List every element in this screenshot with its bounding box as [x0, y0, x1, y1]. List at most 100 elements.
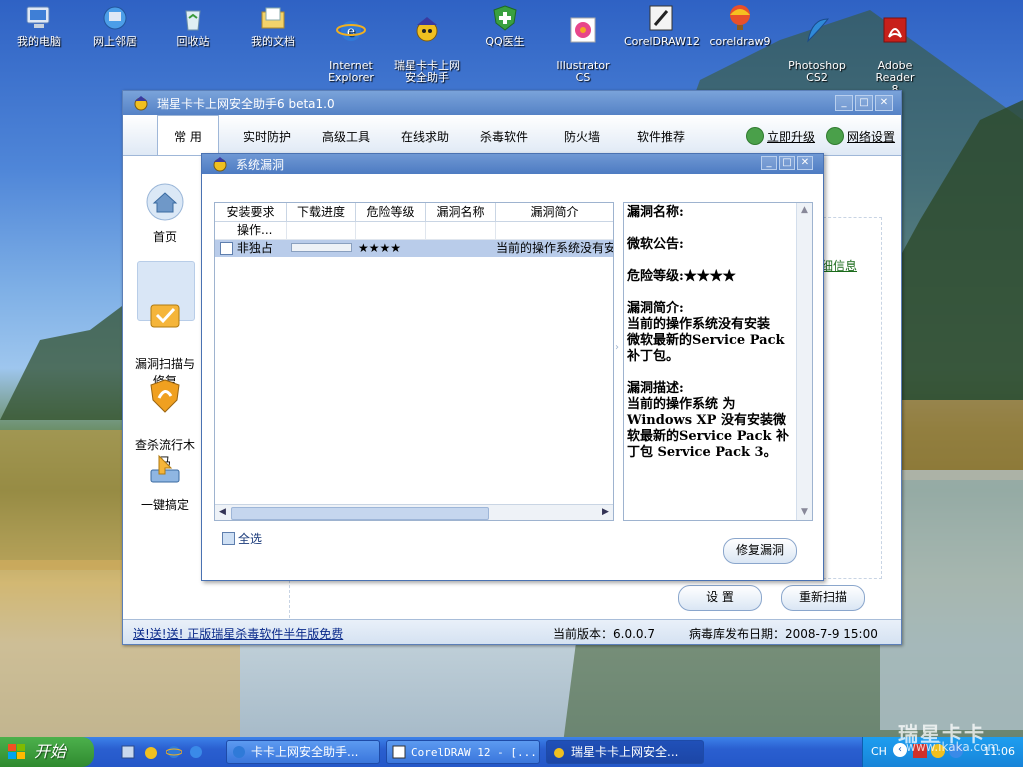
desktop-icon-illustrator[interactable]: Illustrator CS: [546, 2, 620, 84]
vulnerability-dialog: 系统漏洞 _ □ ✕ 安装要求 下载进度 危险等级 漏洞名称 漏洞简介 操作..…: [201, 153, 824, 581]
svg-text:e: e: [347, 24, 355, 40]
task-kaka-helper[interactable]: 卡卡上网安全助手...: [226, 740, 380, 764]
desktop-icon-qq-doctor[interactable]: QQ医生: [468, 2, 542, 48]
start-button[interactable]: 开始: [0, 737, 94, 767]
sidebar-item-one-click[interactable]: 一键搞定: [135, 448, 195, 513]
language-indicator[interactable]: CH: [871, 745, 887, 758]
taskbar: 开始 卡卡上网安全助手... CorelDRAW 12 - [... 瑞星卡卡上…: [0, 737, 1023, 767]
dialog-maximize-button[interactable]: □: [779, 156, 795, 170]
detail-level: 危险等级:★★★★: [627, 269, 736, 284]
desktop-icon-label: Photoshop CS2: [788, 59, 846, 84]
recycle-bin-icon: [177, 2, 209, 34]
computer-icon: [23, 2, 55, 34]
desktop-icon-label: CorelDRAW12: [624, 35, 700, 48]
scroll-down-icon[interactable]: ▼: [798, 506, 811, 519]
detail-description: 漏洞描述: 当前的操作系统 为 Windows XP 没有安装微 软最新的Ser…: [627, 381, 790, 460]
tab-common[interactable]: 常 用: [157, 115, 219, 155]
panel-splitter-icon[interactable]: ›: [613, 332, 621, 364]
tab-realtime-protection[interactable]: 实时防护: [243, 128, 291, 145]
desktop-icon-coreldraw12[interactable]: CorelDRAW12: [624, 2, 700, 48]
coreldraw-icon: [392, 745, 406, 759]
column-header[interactable]: 安装要求: [215, 203, 287, 221]
desktop-icon-label: 我的文档: [251, 35, 295, 48]
desktop-icon-coreldraw9[interactable]: coreldraw9: [703, 2, 777, 48]
horizontal-scrollbar[interactable]: ◀ ▶: [215, 504, 613, 520]
vulnerability-scan-icon: [143, 293, 187, 337]
ie-quicklaunch-icon[interactable]: [166, 744, 182, 760]
main-window-titlebar[interactable]: 瑞星卡卡上网安全助手6 beta1.0 _ □ ✕: [123, 91, 901, 115]
network-settings-link[interactable]: 网络设置: [826, 127, 895, 145]
select-all-checkbox[interactable]: [222, 532, 235, 545]
dialog-minimize-button[interactable]: _: [761, 156, 777, 170]
scroll-left-icon[interactable]: ◀: [216, 506, 229, 519]
minimize-button[interactable]: _: [835, 95, 853, 111]
repair-vulnerability-button[interactable]: 修复漏洞: [723, 538, 797, 564]
task-label: 瑞星卡卡上网安全...: [571, 745, 679, 759]
tab-antivirus[interactable]: 杀毒软件: [480, 128, 528, 145]
sidebar-item-home[interactable]: 首页: [135, 180, 195, 245]
scroll-up-icon[interactable]: ▲: [798, 204, 811, 217]
windows-logo-icon: [8, 744, 25, 759]
show-desktop-icon[interactable]: [120, 744, 136, 760]
scroll-thumb[interactable]: [231, 507, 489, 520]
task-coreldraw[interactable]: CorelDRAW 12 - [...: [386, 740, 540, 764]
kaka-quicklaunch-icon[interactable]: [143, 744, 159, 760]
desktop-icon-adobe-reader[interactable]: Adobe Reader 8: [858, 2, 932, 96]
column-header[interactable]: 漏洞简介: [496, 203, 613, 221]
desktop-icon-network[interactable]: 网上邻居: [78, 2, 152, 48]
vertical-scrollbar[interactable]: ▲ ▼: [796, 203, 812, 520]
task-label: CorelDRAW 12 - [...: [411, 746, 537, 759]
maximize-button[interactable]: □: [855, 95, 873, 111]
table-row[interactable]: 非独占 ★★★★ 当前的操作系统没有安: [215, 240, 613, 257]
rescan-button[interactable]: 重新扫描: [781, 585, 865, 611]
desktop-icon-my-computer[interactable]: 我的电脑: [2, 2, 76, 48]
detail-name-label: 漏洞名称:: [627, 205, 684, 220]
close-button[interactable]: ✕: [875, 95, 893, 111]
desktop-icon-ie[interactable]: e Internet Explorer: [314, 2, 388, 84]
start-label: 开始: [34, 742, 67, 761]
dialog-titlebar[interactable]: 系统漏洞 _ □ ✕: [202, 154, 823, 174]
desktop-icon-documents[interactable]: 我的文档: [236, 2, 310, 48]
sidebar-item-label: 一键搞定: [140, 498, 189, 512]
tab-advanced-tools[interactable]: 高级工具: [322, 128, 370, 145]
vulnerability-list: 安装要求 下载进度 危险等级 漏洞名称 漏洞简介 操作... 非独占 ★★★★: [214, 202, 614, 521]
network-icon: [99, 2, 131, 34]
task-kaka-main[interactable]: 瑞星卡卡上网安全...: [546, 740, 704, 764]
upgrade-link[interactable]: 立即升级: [746, 127, 815, 145]
desktop-icon-label: 回收站: [176, 35, 210, 48]
promo-link[interactable]: 送!送!送! 正版瑞星杀毒软件半年版免费: [133, 625, 343, 642]
tab-software-recommend[interactable]: 软件推荐: [637, 128, 685, 145]
coreldraw12-icon: [645, 2, 677, 34]
column-header[interactable]: 危险等级: [356, 203, 426, 221]
detail-info-link[interactable]: 细信息: [821, 257, 857, 274]
desktop-icon-label: 我的电脑: [17, 35, 61, 48]
sidebar-item-vulnerability-scan[interactable]: 漏洞扫描与 修复: [135, 261, 195, 389]
tab-online-help[interactable]: 在线求助: [401, 128, 449, 145]
ie-icon: [233, 746, 245, 758]
task-label: 卡卡上网安全助手...: [251, 745, 359, 759]
kaka-icon: [554, 748, 564, 758]
qq-doctor-icon: [489, 2, 521, 34]
desktop-icon-label: Illustrator CS: [556, 59, 610, 84]
scroll-right-icon[interactable]: ▶: [599, 506, 612, 519]
column-header[interactable]: 漏洞名称: [426, 203, 496, 221]
ie-quicklaunch-2-icon[interactable]: [188, 744, 204, 760]
row-name: [426, 240, 496, 257]
desktop-icon-label: QQ医生: [485, 35, 525, 48]
one-click-icon: [143, 448, 187, 492]
tab-firewall[interactable]: 防火墙: [564, 128, 600, 145]
desktop-icon-photoshop[interactable]: Photoshop CS2: [780, 2, 854, 84]
list-header: 安装要求 下载进度 危险等级 漏洞名称 漏洞简介: [215, 203, 613, 222]
desktop-icon-kaka[interactable]: 瑞星卡卡上网 安全助手: [390, 2, 464, 84]
row-checkbox[interactable]: [220, 242, 233, 255]
desktop-icon-label: 瑞星卡卡上网 安全助手: [394, 59, 460, 84]
kaka-logo-icon: [213, 157, 227, 172]
ie-icon: e: [335, 14, 367, 46]
settings-button[interactable]: 设 置: [678, 585, 762, 611]
dialog-close-button[interactable]: ✕: [797, 156, 813, 170]
desktop-icon-recycle-bin[interactable]: 回收站: [156, 2, 230, 48]
column-header[interactable]: 下载进度: [287, 203, 356, 221]
home-icon: [143, 180, 187, 224]
select-all[interactable]: 全选: [222, 530, 262, 547]
illustrator-icon: [567, 14, 599, 46]
